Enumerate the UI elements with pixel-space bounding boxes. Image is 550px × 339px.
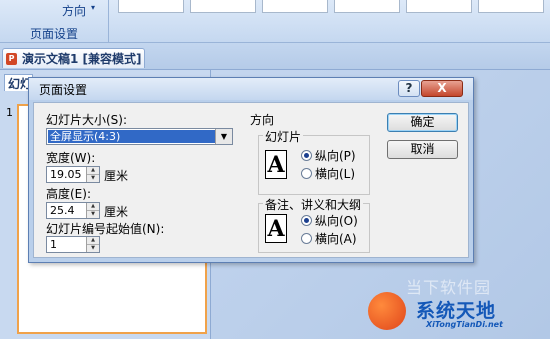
notes-landscape-label[interactable]: 横向(A) xyxy=(315,230,357,247)
slide-portrait-icon: A xyxy=(265,150,287,179)
width-stepper[interactable]: 19.05 ▲ ▼ xyxy=(46,166,100,183)
chevron-down-icon[interactable]: ▼ xyxy=(87,245,99,252)
width-spin-buttons[interactable]: ▲ ▼ xyxy=(86,167,99,182)
theme-thumbnail[interactable] xyxy=(478,0,544,13)
slides-portrait-radio[interactable] xyxy=(301,150,312,161)
notes-portrait-radio[interactable] xyxy=(301,215,312,226)
slides-landscape-radio[interactable] xyxy=(301,168,312,179)
slide-number: 1 xyxy=(6,106,13,119)
chevron-up-icon[interactable]: ▲ xyxy=(87,237,99,245)
height-unit: 厘米 xyxy=(104,205,129,219)
start-number-spin-buttons[interactable]: ▲ ▼ xyxy=(86,237,99,252)
watermark-title: 系统天地 xyxy=(416,300,497,322)
orientation-heading: 方向 xyxy=(250,113,275,127)
start-number-value: 1 xyxy=(50,238,57,251)
height-label: 高度(E): xyxy=(46,187,91,201)
notes-group-title: 备注、讲义和大纲 xyxy=(263,196,364,213)
slides-portrait-label[interactable]: 纵向(P) xyxy=(315,147,356,164)
chevron-down-icon[interactable]: ▾ xyxy=(91,3,95,12)
theme-thumbnail[interactable] xyxy=(118,0,184,13)
help-button[interactable]: ? xyxy=(398,80,420,97)
chevron-up-icon[interactable]: ▲ xyxy=(87,167,99,175)
slides-landscape-label[interactable]: 横向(L) xyxy=(315,165,355,182)
close-button[interactable]: X xyxy=(421,80,463,97)
dialog-titlebar[interactable]: 页面设置 ? X xyxy=(29,78,473,100)
theme-thumbnail[interactable] xyxy=(262,0,328,13)
notes-orientation-group: 备注、讲义和大纲 A 纵向(O) 横向(A) xyxy=(258,196,370,253)
orientation-dropdown[interactable]: 方向 xyxy=(62,2,86,19)
height-spin-buttons[interactable]: ▲ ▼ xyxy=(86,203,99,218)
chevron-down-icon[interactable]: ▼ xyxy=(215,129,232,144)
site-logo-icon xyxy=(368,292,406,330)
watermark-url: XiTongTianDi.net xyxy=(426,320,503,329)
chevron-down-icon[interactable]: ▼ xyxy=(87,211,99,218)
chevron-down-icon[interactable]: ▼ xyxy=(87,175,99,182)
page-setup-dialog: 页面设置 ? X 幻灯片大小(S): 全屏显示(4:3) ▼ 宽度(W): 19… xyxy=(28,77,474,263)
theme-thumbnail[interactable] xyxy=(406,0,472,13)
start-number-stepper[interactable]: 1 ▲ ▼ xyxy=(46,236,100,253)
watermark-ghost-text: 当下软件园 xyxy=(406,278,492,297)
slide-size-label: 幻灯片大小(S): xyxy=(46,113,128,127)
notes-portrait-icon: A xyxy=(265,214,287,243)
page-setup-group: 方向 ▾ 页面设置 xyxy=(0,0,108,42)
height-value: 25.4 xyxy=(50,204,75,217)
height-stepper[interactable]: 25.4 ▲ ▼ xyxy=(46,202,100,219)
dialog-body: 幻灯片大小(S): 全屏显示(4:3) ▼ 宽度(W): 19.05 ▲ ▼ 厘… xyxy=(33,102,469,258)
page-setup-group-label[interactable]: 页面设置 xyxy=(0,25,108,42)
document-tab-strip: P 演示文稿1 [兼容模式] xyxy=(0,43,550,70)
powerpoint-icon: P xyxy=(6,52,17,65)
slide-size-select[interactable]: 全屏显示(4:3) ▼ xyxy=(46,128,233,145)
slide-size-value: 全屏显示(4:3) xyxy=(48,130,216,143)
document-tab[interactable]: P 演示文稿1 [兼容模式] xyxy=(2,48,145,68)
width-unit: 厘米 xyxy=(104,169,129,183)
theme-thumbnail[interactable] xyxy=(190,0,256,13)
notes-landscape-radio[interactable] xyxy=(301,233,312,244)
watermark: 当下软件园 系统天地 XiTongTianDi.net xyxy=(368,278,548,336)
chevron-up-icon[interactable]: ▲ xyxy=(87,203,99,211)
ok-button[interactable]: 确定 xyxy=(387,113,458,132)
slides-group-title: 幻灯片 xyxy=(263,128,304,145)
ribbon: 方向 ▾ 页面设置 xyxy=(0,0,550,43)
slides-orientation-group: 幻灯片 A 纵向(P) 横向(L) xyxy=(258,128,370,195)
width-value: 19.05 xyxy=(50,168,82,181)
ribbon-divider xyxy=(108,0,109,42)
width-label: 宽度(W): xyxy=(46,151,96,165)
dialog-title: 页面设置 xyxy=(39,83,88,97)
theme-thumbnail[interactable] xyxy=(334,0,400,13)
start-number-label: 幻灯片编号起始值(N): xyxy=(46,222,165,236)
cancel-button[interactable]: 取消 xyxy=(387,140,458,159)
notes-portrait-label[interactable]: 纵向(O) xyxy=(315,212,358,229)
document-tab-label: 演示文稿1 [兼容模式] xyxy=(22,52,142,66)
